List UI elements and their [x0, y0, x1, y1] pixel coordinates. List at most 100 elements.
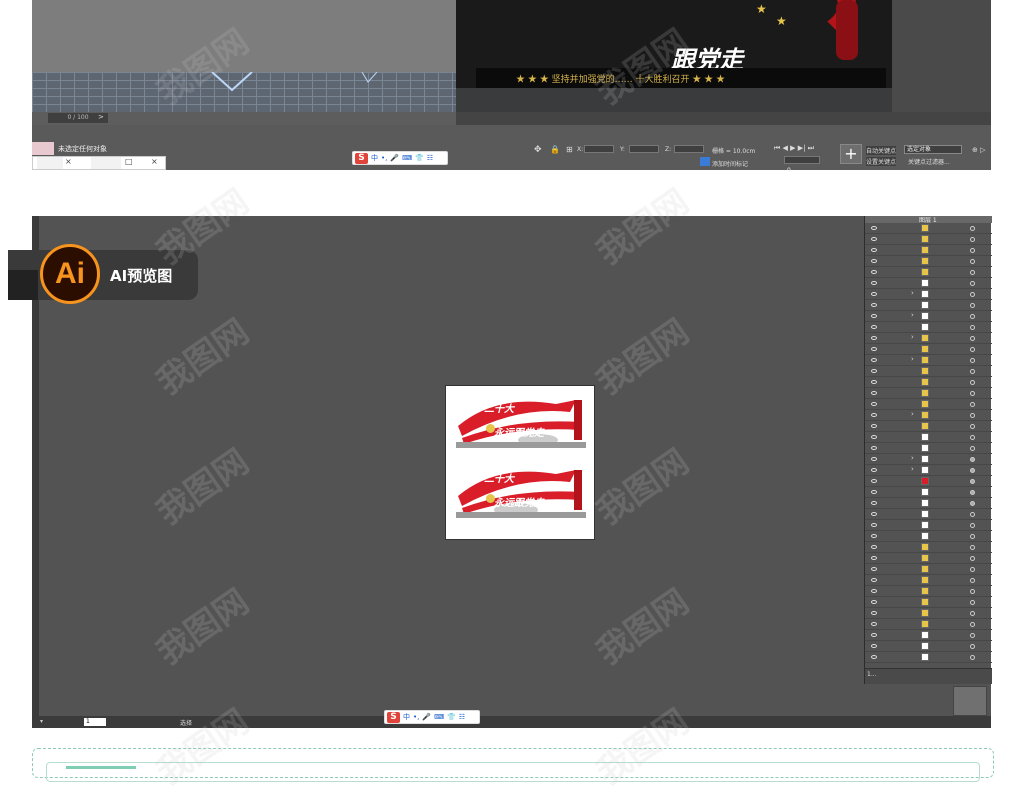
layers-panel[interactable]: 图层 1 › › › › › › › 1...: [864, 216, 992, 684]
z-field[interactable]: [674, 145, 704, 153]
target-icon[interactable]: [970, 611, 975, 616]
eye-icon[interactable]: [871, 655, 877, 659]
eye-icon[interactable]: [871, 545, 877, 549]
layer-row[interactable]: [865, 597, 992, 608]
layer-row[interactable]: [865, 267, 992, 278]
layer-row[interactable]: [865, 443, 992, 454]
grid-menu-icon[interactable]: ☷: [459, 713, 465, 721]
target-icon[interactable]: [970, 413, 975, 418]
target-icon[interactable]: [970, 556, 975, 561]
sogou-logo-icon[interactable]: S: [387, 711, 400, 723]
target-icon[interactable]: [970, 314, 975, 319]
target-icon[interactable]: [970, 336, 975, 341]
eye-icon[interactable]: [871, 292, 877, 296]
close-icon[interactable]: ×: [65, 157, 72, 166]
target-icon[interactable]: [970, 380, 975, 385]
eye-icon[interactable]: [871, 347, 877, 351]
layer-row[interactable]: ›: [865, 454, 992, 465]
auto-key-button[interactable]: 自动关键点: [866, 146, 897, 155]
eye-icon[interactable]: [871, 380, 877, 384]
layer-row[interactable]: [865, 223, 992, 234]
target-icon[interactable]: [970, 534, 975, 539]
target-icon[interactable]: [970, 402, 975, 407]
expand-icon[interactable]: ›: [911, 454, 914, 462]
command-panel[interactable]: [892, 0, 991, 112]
layer-row[interactable]: [865, 575, 992, 586]
target-icon[interactable]: [970, 457, 975, 462]
eye-icon[interactable]: [871, 534, 877, 538]
target-icon[interactable]: [970, 655, 975, 660]
layer-row[interactable]: [865, 366, 992, 377]
eye-icon[interactable]: [871, 446, 877, 450]
eye-icon[interactable]: [871, 457, 877, 461]
eye-icon[interactable]: [871, 644, 877, 648]
eye-icon[interactable]: [871, 424, 877, 428]
layer-row[interactable]: [865, 377, 992, 388]
layer-row[interactable]: [865, 641, 992, 652]
tab-2[interactable]: [91, 157, 121, 169]
tab-1[interactable]: [37, 157, 63, 169]
eye-icon[interactable]: [871, 435, 877, 439]
layer-row[interactable]: [865, 432, 992, 443]
layer-row[interactable]: ›: [865, 410, 992, 421]
eye-icon[interactable]: [871, 611, 877, 615]
target-icon[interactable]: [970, 512, 975, 517]
eye-icon[interactable]: [871, 358, 877, 362]
layer-row[interactable]: [865, 245, 992, 256]
eye-icon[interactable]: [871, 600, 877, 604]
layer-row[interactable]: [865, 531, 992, 542]
target-icon[interactable]: [970, 446, 975, 451]
target-icon[interactable]: [970, 391, 975, 396]
eye-icon[interactable]: [871, 369, 877, 373]
layer-row[interactable]: [865, 322, 992, 333]
layer-row[interactable]: [865, 564, 992, 575]
layer-row[interactable]: ›: [865, 289, 992, 300]
artboard-number[interactable]: 1: [84, 718, 106, 726]
y-field[interactable]: [629, 145, 659, 153]
eye-icon[interactable]: [871, 336, 877, 340]
eye-icon[interactable]: [871, 402, 877, 406]
eye-icon[interactable]: [871, 325, 877, 329]
layer-row[interactable]: ›: [865, 333, 992, 344]
layers-footer[interactable]: [865, 668, 992, 684]
target-icon[interactable]: [970, 578, 975, 583]
lang-toggle[interactable]: 中: [403, 712, 410, 722]
layer-row[interactable]: ›: [865, 465, 992, 476]
snap-icon[interactable]: ✥: [534, 145, 542, 155]
target-icon[interactable]: [970, 479, 975, 484]
eye-icon[interactable]: [871, 589, 877, 593]
target-icon[interactable]: [970, 600, 975, 605]
punct-icon[interactable]: •,: [413, 713, 419, 721]
close-icon[interactable]: ×: [151, 157, 158, 166]
eye-icon[interactable]: [871, 556, 877, 560]
frame-field[interactable]: 0: [784, 156, 820, 174]
expand-icon[interactable]: ›: [911, 465, 914, 473]
absolute-mode-icon[interactable]: ⊞: [566, 145, 573, 154]
add-time-tag[interactable]: 添加时间标记: [712, 159, 748, 168]
eye-icon[interactable]: [871, 237, 877, 241]
eye-icon[interactable]: [871, 270, 877, 274]
mic-icon[interactable]: 🎤: [390, 154, 399, 162]
layer-row[interactable]: [865, 388, 992, 399]
eye-icon[interactable]: [871, 468, 877, 472]
eye-icon[interactable]: [871, 479, 877, 483]
layer-row[interactable]: [865, 421, 992, 432]
layer-row[interactable]: [865, 619, 992, 630]
layer-row[interactable]: [865, 300, 992, 311]
layer-row[interactable]: [865, 542, 992, 553]
eye-icon[interactable]: [871, 633, 877, 637]
target-icon[interactable]: [970, 545, 975, 550]
eye-icon[interactable]: [871, 391, 877, 395]
layer-row[interactable]: [865, 630, 992, 641]
layer-row[interactable]: [865, 278, 992, 289]
target-icon[interactable]: [970, 369, 975, 374]
eye-icon[interactable]: [871, 248, 877, 252]
keyboard-icon[interactable]: ⌨: [402, 154, 412, 162]
punct-icon[interactable]: •,: [381, 154, 387, 162]
layer-row[interactable]: [865, 487, 992, 498]
eye-icon[interactable]: [871, 622, 877, 626]
layer-row[interactable]: [865, 399, 992, 410]
target-icon[interactable]: [970, 248, 975, 253]
eye-icon[interactable]: [871, 303, 877, 307]
lang-toggle[interactable]: 中: [371, 153, 378, 163]
